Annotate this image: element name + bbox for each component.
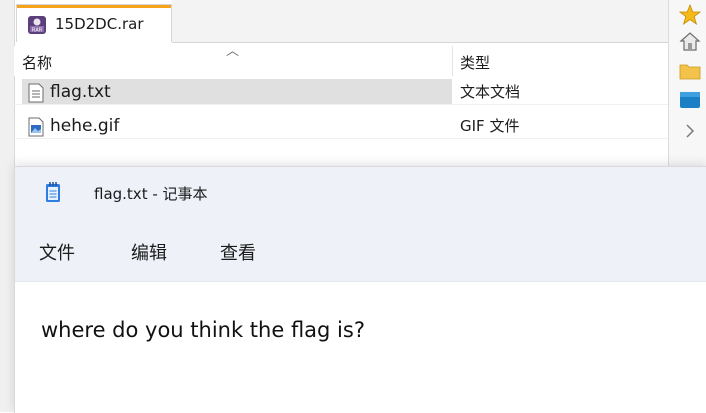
notepad-titlebar[interactable]: flag.txt - 记事本 — [15, 167, 706, 221]
chevron-right-icon[interactable] — [679, 120, 701, 142]
file-list-header: ︿ 名称 类型 — [14, 44, 668, 76]
row-divider — [14, 104, 668, 105]
folder-blue-icon[interactable] — [679, 88, 701, 110]
tab-accent — [17, 5, 171, 8]
notepad-title: flag.txt - 记事本 — [94, 185, 208, 203]
column-separator[interactable] — [452, 46, 453, 76]
file-name-cell[interactable]: hehe.gif — [22, 113, 452, 139]
notepad-icon — [46, 182, 60, 202]
left-strip — [0, 0, 15, 412]
text-file-icon — [28, 83, 44, 103]
rar-archive-icon: RAR — [28, 16, 46, 34]
menu-view[interactable]: 查看 — [220, 239, 256, 265]
folder-icon[interactable] — [679, 60, 701, 82]
tab-title: 15D2DC.rar — [55, 15, 144, 33]
file-name: flag.txt — [50, 82, 111, 102]
image-file-icon — [28, 117, 44, 137]
row-divider — [14, 138, 668, 139]
notepad-content[interactable]: where do you think the flag is? — [41, 318, 365, 342]
sort-ascending-icon: ︿ — [226, 44, 240, 59]
menu-edit[interactable]: 编辑 — [131, 239, 167, 265]
file-type: 文本文档 — [460, 83, 521, 101]
file-row-flag[interactable]: flag.txt 文本文档 — [14, 77, 668, 105]
star-icon[interactable] — [679, 4, 701, 26]
archive-tab[interactable]: RAR 15D2DC.rar — [16, 4, 172, 42]
menu-file[interactable]: 文件 — [39, 239, 75, 265]
file-name: hehe.gif — [50, 116, 120, 136]
file-name-cell[interactable]: flag.txt — [22, 79, 452, 105]
column-header-type[interactable]: 类型 — [460, 52, 490, 73]
notepad-editor[interactable]: where do you think the flag is? — [15, 282, 706, 413]
home-icon[interactable] — [679, 30, 701, 52]
notepad-menubar: 文件 编辑 查看 — [15, 221, 706, 282]
file-row-hehe[interactable]: hehe.gif GIF 文件 — [14, 111, 668, 139]
file-type: GIF 文件 — [460, 117, 520, 135]
column-header-name[interactable]: 名称 — [22, 52, 52, 73]
tab-strip — [172, 0, 668, 43]
svg-text:RAR: RAR — [32, 28, 43, 34]
notepad-window: flag.txt - 记事本 文件 编辑 查看 where do you thi… — [14, 166, 706, 413]
